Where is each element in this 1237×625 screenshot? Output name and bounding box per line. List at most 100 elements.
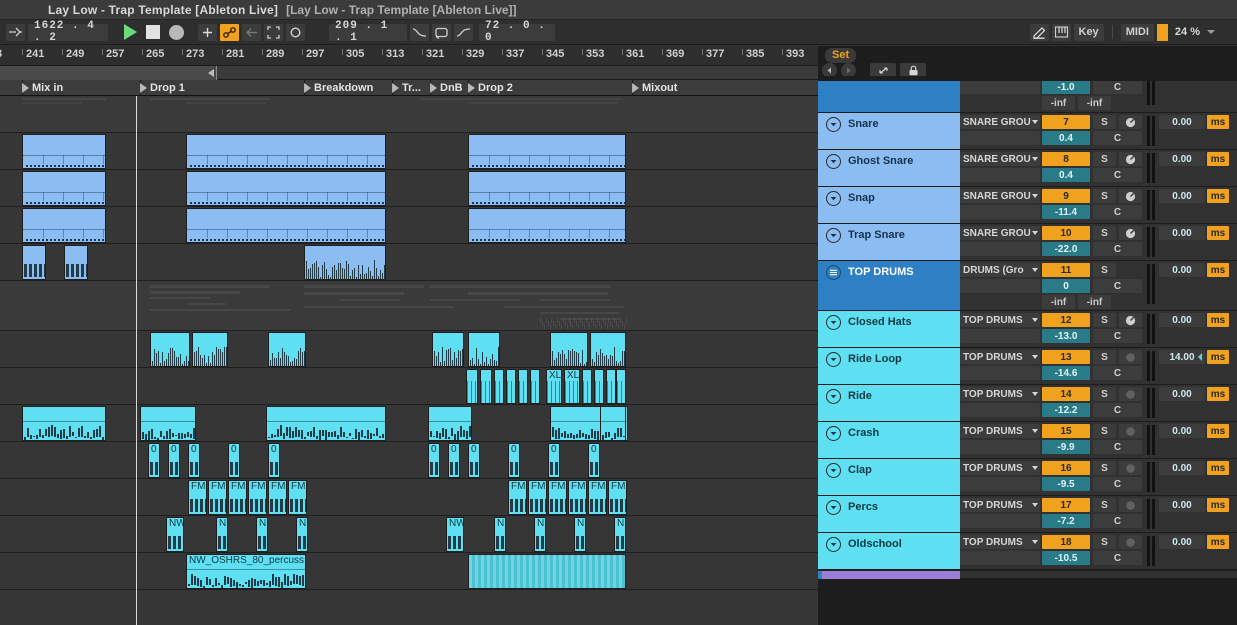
arm-record-button[interactable] (1119, 498, 1142, 512)
solo-button[interactable]: S (1093, 115, 1116, 129)
audio-clip[interactable]: 0 (548, 443, 560, 478)
pan-value[interactable]: C (1093, 403, 1142, 417)
locator-marker[interactable]: Drop 2 (468, 80, 513, 96)
audio-clip[interactable] (590, 332, 626, 367)
punch-loop-icon[interactable] (432, 24, 451, 41)
track-name-column[interactable]: Closed Hats (818, 311, 960, 347)
audio-clip[interactable] (530, 369, 540, 404)
track-output-channel[interactable]: . (960, 514, 1040, 528)
volume-value[interactable]: -1.0 (1042, 80, 1090, 94)
audio-clip[interactable] (140, 406, 196, 441)
audio-clip[interactable] (186, 171, 386, 206)
volume-value[interactable]: -11.4 (1042, 205, 1090, 219)
solo-button[interactable]: S (1093, 226, 1116, 240)
record-icon[interactable] (169, 25, 184, 40)
track-fold-icon[interactable] (826, 228, 841, 243)
track-output-channel[interactable]: . (960, 403, 1040, 417)
track-rows-container[interactable]: SNARE GROUPDRUMS (Gro.6S-1.0C-inf-inf0.0… (818, 76, 1237, 625)
audio-clip[interactable] (466, 369, 478, 404)
chevron-down-icon[interactable] (1207, 30, 1215, 34)
track-row[interactable]: SnareSNARE GROU.7S0.4C0.00ms (818, 113, 1237, 150)
delay-unit-button[interactable]: ms (1207, 152, 1229, 166)
audio-clip[interactable]: FM (208, 480, 227, 515)
volume-value[interactable]: -7.2 (1042, 514, 1090, 528)
track-row[interactable]: ClapTOP DRUMS.16S-9.5C0.00ms (818, 459, 1237, 496)
track-output-channel[interactable]: . (960, 242, 1040, 256)
audio-clip[interactable]: 0 (588, 443, 600, 478)
pan-value[interactable]: C (1093, 551, 1142, 565)
volume-value[interactable]: -9.5 (1042, 477, 1090, 491)
track-delay-value[interactable]: 0.00 (1159, 263, 1205, 277)
track-delay-value[interactable]: 0.00 (1159, 387, 1205, 401)
track-name-column[interactable]: Snare (818, 113, 960, 149)
audio-clip[interactable]: NW (446, 517, 464, 552)
solo-button[interactable]: S (1093, 152, 1116, 166)
solo-button[interactable]: S (1093, 350, 1116, 364)
arrangement-track-lane[interactable] (0, 590, 818, 625)
track-name-label[interactable]: Ride Loop (848, 352, 902, 367)
arm-record-button[interactable] (1119, 313, 1142, 327)
solo-button[interactable]: S (1093, 461, 1116, 475)
track-name-label[interactable]: TOP DRUMS (848, 265, 914, 280)
track-output-channel[interactable]: . (960, 477, 1040, 491)
fade-in-icon[interactable] (410, 24, 429, 41)
track-delay-value[interactable]: 0.00 (1159, 152, 1205, 166)
loop-brace-row[interactable] (0, 66, 818, 80)
arrangement-track-lane[interactable] (0, 516, 818, 553)
loop-brace[interactable] (0, 66, 217, 80)
volume-value[interactable]: 0 (1042, 279, 1090, 293)
audio-clip[interactable] (266, 406, 386, 441)
track-fold-icon[interactable] (826, 191, 841, 206)
audio-clip[interactable]: FM (228, 480, 247, 515)
track-fold-icon[interactable] (826, 426, 841, 441)
solo-button[interactable]: S (1093, 387, 1116, 401)
track-output-routing[interactable]: TOP DRUMS (960, 350, 1040, 364)
track-name-column[interactable]: Ride Loop (818, 348, 960, 384)
audio-clip[interactable] (150, 332, 190, 367)
back-arrow-icon[interactable] (242, 24, 261, 41)
track-fold-icon[interactable] (826, 389, 841, 404)
track-name-label[interactable]: Ride (848, 389, 872, 404)
audio-clip[interactable]: N (256, 517, 268, 552)
track-row[interactable]: Trap SnareSNARE GROU.10S-22.0C0.00ms (818, 224, 1237, 261)
delay-unit-button[interactable]: ms (1207, 498, 1229, 512)
send-b-value[interactable]: -inf (1078, 295, 1111, 309)
delay-unit-button[interactable]: ms (1207, 115, 1229, 129)
track-activator-number[interactable]: 14 (1042, 387, 1090, 401)
track-output-channel[interactable]: . (960, 205, 1040, 219)
track-name-label[interactable]: Closed Hats (848, 315, 912, 330)
track-delay-value[interactable]: 0.00 (1159, 498, 1205, 512)
track-delay-value[interactable]: 0.00 (1159, 226, 1205, 240)
track-activator-number[interactable]: 9 (1042, 189, 1090, 203)
volume-value[interactable]: -9.9 (1042, 440, 1090, 454)
audio-clip[interactable]: FM (508, 480, 527, 515)
delay-unit-button[interactable]: ms (1207, 263, 1229, 277)
arrangement-track-lane[interactable] (0, 133, 818, 170)
pan-value[interactable]: C (1093, 80, 1142, 94)
track-name-column[interactable]: SNARE GROUP (818, 76, 960, 112)
arm-record-button[interactable] (1119, 461, 1142, 475)
solo-button[interactable]: S (1093, 535, 1116, 549)
track-row[interactable]: Ghost SnareSNARE GROU.8S0.4C0.00ms (818, 150, 1237, 187)
volume-value[interactable]: -12.2 (1042, 403, 1090, 417)
audio-clip[interactable]: 0 (428, 443, 440, 478)
track-row[interactable]: Ride LoopTOP DRUMS.13S-14.6C14.00ms (818, 348, 1237, 385)
audio-clip[interactable]: FM (248, 480, 267, 515)
follow-arrow-icon[interactable] (6, 24, 25, 41)
track-name-label[interactable]: Crash (848, 426, 879, 441)
track-fold-icon[interactable] (826, 500, 841, 515)
track-output-routing[interactable]: TOP DRUMS (960, 461, 1040, 475)
plus-icon[interactable] (198, 24, 217, 41)
arm-record-button[interactable] (1119, 189, 1142, 203)
next-track-sliver[interactable] (818, 570, 1237, 578)
track-output-channel[interactable]: . (960, 168, 1040, 182)
pencil-icon[interactable] (1030, 24, 1049, 41)
pan-value[interactable]: C (1093, 168, 1142, 182)
audio-clip[interactable] (550, 332, 588, 367)
audio-clip[interactable] (304, 245, 386, 280)
audio-clip[interactable] (432, 332, 464, 367)
stop-icon[interactable] (146, 25, 160, 39)
send-b-value[interactable]: -inf (1078, 96, 1111, 110)
volume-value[interactable]: 0.4 (1042, 131, 1090, 145)
arm-record-button[interactable] (1119, 226, 1142, 240)
